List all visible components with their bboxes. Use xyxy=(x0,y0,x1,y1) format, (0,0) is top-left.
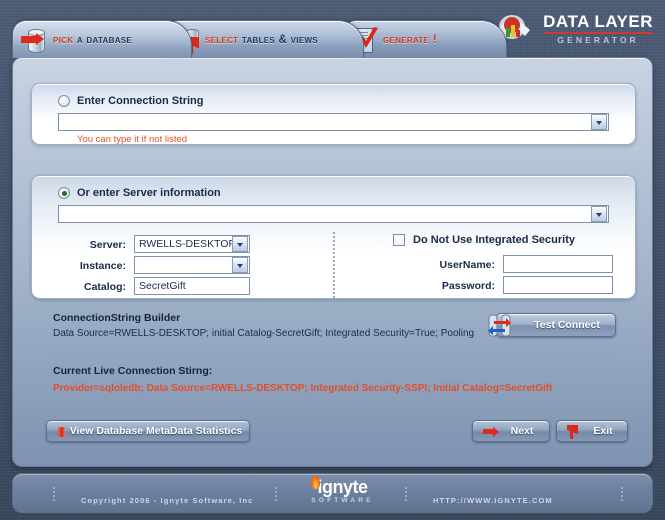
tab-strip: Pick a database Select Tables & Views xyxy=(12,20,507,58)
server-combo[interactable] xyxy=(58,205,609,223)
header: Pick a database Select Tables & Views xyxy=(0,0,665,58)
arrow-right-icon xyxy=(483,426,499,437)
exit-button[interactable]: Exit xyxy=(556,420,628,442)
chevron-down-icon[interactable] xyxy=(591,206,607,222)
test-connect-button-label: Test Connect xyxy=(534,319,600,331)
section-divider xyxy=(53,352,616,354)
enter-connection-string-radio[interactable] xyxy=(58,95,70,107)
tab-select-tables-and-views[interactable]: Select Tables & Views xyxy=(164,20,364,58)
database-mini-icon xyxy=(58,427,65,437)
tab-generate-label: Generate ! xyxy=(383,33,437,46)
sync-database-icon xyxy=(486,312,513,339)
database-arrow-icon xyxy=(21,25,49,55)
connection-string-hint: You can type it if not listed xyxy=(77,134,188,145)
current-live-connection-string-value: Provider=sqloledb; Data Source=RWELLS-DE… xyxy=(53,383,553,394)
tab-pick-a-database[interactable]: Pick a database xyxy=(12,20,192,58)
chevron-down-icon[interactable] xyxy=(232,257,248,273)
connection-string-combo[interactable] xyxy=(58,113,609,131)
username-field-label: UserName: xyxy=(439,259,495,271)
footer-separator-1 xyxy=(53,487,56,501)
chevron-down-icon[interactable] xyxy=(591,114,607,130)
view-database-metadata-statistics-button[interactable]: View Database MetaData Statistics xyxy=(46,420,250,442)
connectionstring-builder-value: Data Source=RWELLS-DESKTOP; initial Cata… xyxy=(53,328,475,339)
footer-copyright: Copyright 2006 - Ignyte Software, Inc xyxy=(81,496,254,505)
enter-connection-string-label: Enter Connection String xyxy=(77,95,204,107)
test-connect-button[interactable]: Test Connect xyxy=(488,313,616,337)
ignyte-logo: ignyte SOFTWARE xyxy=(290,474,395,510)
password-field-input[interactable] xyxy=(503,276,613,294)
footer-url[interactable]: HTTP://WWW.IGNYTE.COM xyxy=(433,496,553,505)
chevron-down-icon[interactable] xyxy=(232,236,248,252)
brand-logo: DATA LAYER GENERATOR xyxy=(492,12,653,46)
tab-generate[interactable]: Generate ! xyxy=(342,20,507,58)
server-field-label: Server: xyxy=(89,239,126,251)
tab-pick-a-database-label: Pick a database xyxy=(53,33,133,46)
footer-separator-4 xyxy=(621,487,624,501)
username-field-input[interactable] xyxy=(503,255,613,273)
server-information-group: Or enter Server information Server: RWEL… xyxy=(31,175,636,299)
password-field-label: Password: xyxy=(441,280,495,292)
brand-title: DATA LAYER xyxy=(543,12,653,32)
server-information-label: Or enter Server information xyxy=(77,187,221,199)
brand-text: DATA LAYER GENERATOR xyxy=(543,13,653,45)
connectionstring-builder-title: ConnectionString Builder xyxy=(53,312,181,324)
do-not-use-integrated-security-label: Do Not Use Integrated Security xyxy=(413,234,575,246)
instance-field-combo[interactable] xyxy=(134,256,250,274)
ignyte-logo-word: ignyte xyxy=(317,477,368,497)
catalog-field-label: Catalog: xyxy=(84,281,126,293)
column-divider xyxy=(333,232,336,298)
current-live-connection-string-title: Current Live Connection Stirng: xyxy=(53,365,213,377)
server-information-radio[interactable] xyxy=(58,187,70,199)
footer-separator-2 xyxy=(275,487,278,501)
instance-field-label: Instance: xyxy=(79,260,126,272)
catalog-field-input[interactable]: SecretGift xyxy=(134,277,250,295)
view-database-metadata-statistics-label: View Database MetaData Statistics xyxy=(69,425,243,437)
footer-separator-3 xyxy=(405,487,408,501)
ignyte-logo-subtitle: SOFTWARE xyxy=(311,497,374,504)
server-field-combo[interactable]: RWELLS-DESKTOP xyxy=(134,235,250,253)
footer: Copyright 2006 - Ignyte Software, Inc ig… xyxy=(12,473,653,513)
enter-connection-string-radio-row[interactable]: Enter Connection String xyxy=(58,95,204,107)
server-field-value: RWELLS-DESKTOP xyxy=(139,238,232,250)
next-button[interactable]: Next xyxy=(472,420,550,442)
server-information-radio-row[interactable]: Or enter Server information xyxy=(58,187,221,199)
section-divider-2 xyxy=(53,403,616,405)
application-window: Pick a database Select Tables & Views xyxy=(0,0,665,520)
do-not-use-integrated-security-checkbox[interactable] xyxy=(393,234,405,246)
connection-string-group: Enter Connection String You can type it … xyxy=(31,83,636,145)
main-panel: Enter Connection String You can type it … xyxy=(12,57,653,467)
tab-select-tables-and-views-label: Select Tables & Views xyxy=(205,33,318,46)
brand-subtitle: GENERATOR xyxy=(557,35,639,46)
brand-divider xyxy=(543,32,653,35)
